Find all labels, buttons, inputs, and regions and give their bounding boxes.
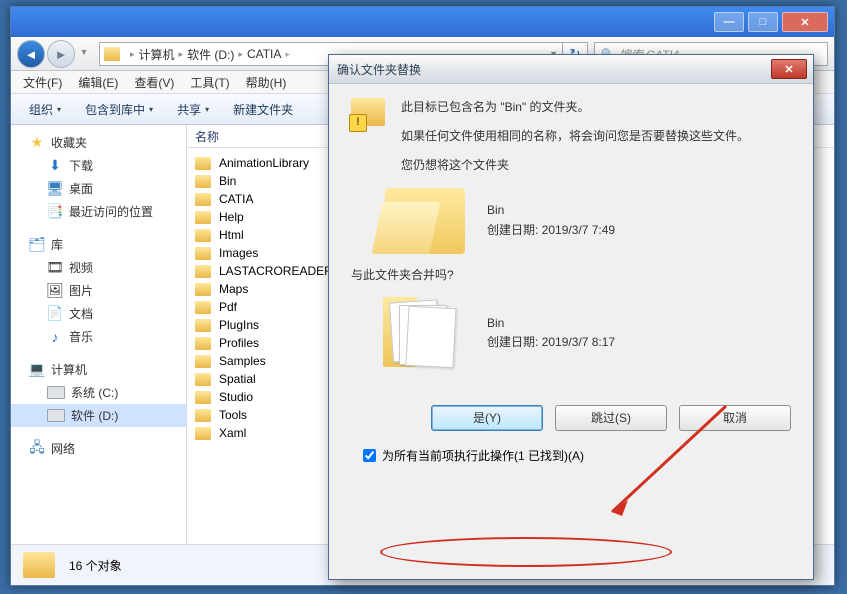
dialog-message-3: 您仍想将这个文件夹 <box>401 156 791 175</box>
breadcrumb-seg[interactable]: 软件 (D:) <box>187 46 234 63</box>
share-button[interactable]: 共享 <box>167 98 219 121</box>
sidebar-downloads[interactable]: ⬇下载 <box>11 154 186 177</box>
warning-folder-icon: ! <box>351 98 387 130</box>
computer-icon: 💻 <box>29 362 45 378</box>
maximize-button[interactable]: □ <box>748 12 778 32</box>
include-library-button[interactable]: 包含到库中 <box>75 98 163 121</box>
recent-icon: 📑 <box>47 204 63 220</box>
folder-icon <box>195 337 211 350</box>
network-header[interactable]: 🖧网络 <box>11 437 186 460</box>
folder-icon <box>195 157 211 170</box>
folder-name: Pdf <box>219 300 237 314</box>
folder-name: Studio <box>219 390 253 404</box>
folder-icon <box>195 301 211 314</box>
menu-edit[interactable]: 编辑(E) <box>70 72 126 93</box>
titlebar: — □ ✕ <box>11 7 834 37</box>
folder-icon <box>195 283 211 296</box>
network-icon: 🖧 <box>29 441 45 457</box>
folder-name: Bin <box>219 174 236 188</box>
libraries-icon: 🗂 <box>29 237 45 253</box>
folder-name: Samples <box>219 354 266 368</box>
folder-name: Help <box>219 210 244 224</box>
folder-icon <box>195 409 211 422</box>
folder-name: Tools <box>219 408 247 422</box>
drive-icon <box>47 409 65 422</box>
organize-button[interactable]: 组织 <box>19 98 71 121</box>
folder-name: LASTACROREADERU <box>219 264 341 278</box>
dialog-close-button[interactable]: ✕ <box>771 59 807 79</box>
forward-button[interactable]: ► <box>47 40 75 68</box>
folder-icon <box>104 47 120 61</box>
drive-icon <box>47 386 65 399</box>
download-icon: ⬇ <box>47 158 63 174</box>
apply-all-label: 为所有当前项执行此操作(1 已找到)(A) <box>382 447 584 464</box>
menu-help[interactable]: 帮助(H) <box>238 72 295 93</box>
sidebar-drive-c[interactable]: 系统 (C:) <box>11 381 186 404</box>
merge-question: 与此文件夹合并吗? <box>351 266 791 285</box>
desktop-icon: 🖥 <box>47 181 63 197</box>
sidebar-pictures[interactable]: 🖼图片 <box>11 279 186 302</box>
sidebar-music[interactable]: ♪音乐 <box>11 325 186 348</box>
sidebar-desktop[interactable]: 🖥桌面 <box>11 177 186 200</box>
folder-name: Xaml <box>219 426 246 440</box>
object-count: 16 个对象 <box>69 557 122 574</box>
folder-name: Spatial <box>219 372 256 386</box>
source-folder-thumbnail <box>385 188 465 254</box>
folder-icon <box>23 552 55 578</box>
music-icon: ♪ <box>47 329 63 345</box>
libraries-header[interactable]: 🗂库 <box>11 233 186 256</box>
folder-name: PlugIns <box>219 318 259 332</box>
folder-name: Images <box>219 246 258 260</box>
folder-icon <box>195 319 211 332</box>
folder-icon <box>195 193 211 206</box>
breadcrumb-seg[interactable]: CATIA <box>247 47 281 61</box>
sidebar-recent[interactable]: 📑最近访问的位置 <box>11 200 186 223</box>
history-dropdown[interactable]: ▼ <box>77 40 91 64</box>
folder-name: AnimationLibrary <box>219 156 309 170</box>
document-icon: 📄 <box>47 306 63 322</box>
folder-icon <box>195 391 211 404</box>
folder-icon <box>195 175 211 188</box>
folder-icon <box>195 265 211 278</box>
sidebar-documents[interactable]: 📄文档 <box>11 302 186 325</box>
folder-name: Maps <box>219 282 248 296</box>
folder-icon <box>195 211 211 224</box>
close-window-button[interactable]: ✕ <box>782 12 828 32</box>
apply-all-checkbox[interactable] <box>363 449 376 462</box>
minimize-button[interactable]: — <box>714 12 744 32</box>
folder-icon <box>195 229 211 242</box>
folder-icon <box>195 247 211 260</box>
source-folder-info: Bin 创建日期: 2019/3/7 7:49 <box>487 201 615 239</box>
dialog-title: 确认文件夹替换 <box>329 55 813 84</box>
skip-button[interactable]: 跳过(S) <box>555 405 667 431</box>
star-icon: ★ <box>29 135 45 151</box>
new-folder-button[interactable]: 新建文件夹 <box>223 98 303 121</box>
folder-icon <box>195 427 211 440</box>
folder-name: Html <box>219 228 244 242</box>
sidebar-videos[interactable]: 🎞视频 <box>11 256 186 279</box>
menu-file[interactable]: 文件(F) <box>15 72 70 93</box>
menu-tools[interactable]: 工具(T) <box>182 72 237 93</box>
computer-header[interactable]: 💻计算机 <box>11 358 186 381</box>
menu-view[interactable]: 查看(V) <box>126 72 182 93</box>
dest-folder-thumbnail <box>385 297 465 369</box>
dest-folder-info: Bin 创建日期: 2019/3/7 8:17 <box>487 314 615 352</box>
folder-name: Profiles <box>219 336 259 350</box>
dialog-message-1: 此目标已包含名为 "Bin" 的文件夹。 <box>401 98 791 117</box>
navigation-pane: ★收藏夹 ⬇下载 🖥桌面 📑最近访问的位置 🗂库 🎞视频 🖼图片 📄文档 ♪音乐… <box>11 125 187 563</box>
cancel-button[interactable]: 取消 <box>679 405 791 431</box>
back-button[interactable]: ◄ <box>17 40 45 68</box>
video-icon: 🎞 <box>47 260 63 276</box>
folder-name: CATIA <box>219 192 253 206</box>
folder-icon <box>195 373 211 386</box>
yes-button[interactable]: 是(Y) <box>431 405 543 431</box>
confirm-folder-replace-dialog: 确认文件夹替换 ✕ ! 此目标已包含名为 "Bin" 的文件夹。 如果任何文件使… <box>328 54 814 580</box>
breadcrumb-seg[interactable]: 计算机 <box>139 46 175 63</box>
dialog-message-2: 如果任何文件使用相同的名称，将会询问您是否要替换这些文件。 <box>401 127 791 146</box>
picture-icon: 🖼 <box>47 283 63 299</box>
favorites-header[interactable]: ★收藏夹 <box>11 131 186 154</box>
folder-icon <box>195 355 211 368</box>
sidebar-drive-d[interactable]: 软件 (D:) <box>11 404 186 427</box>
